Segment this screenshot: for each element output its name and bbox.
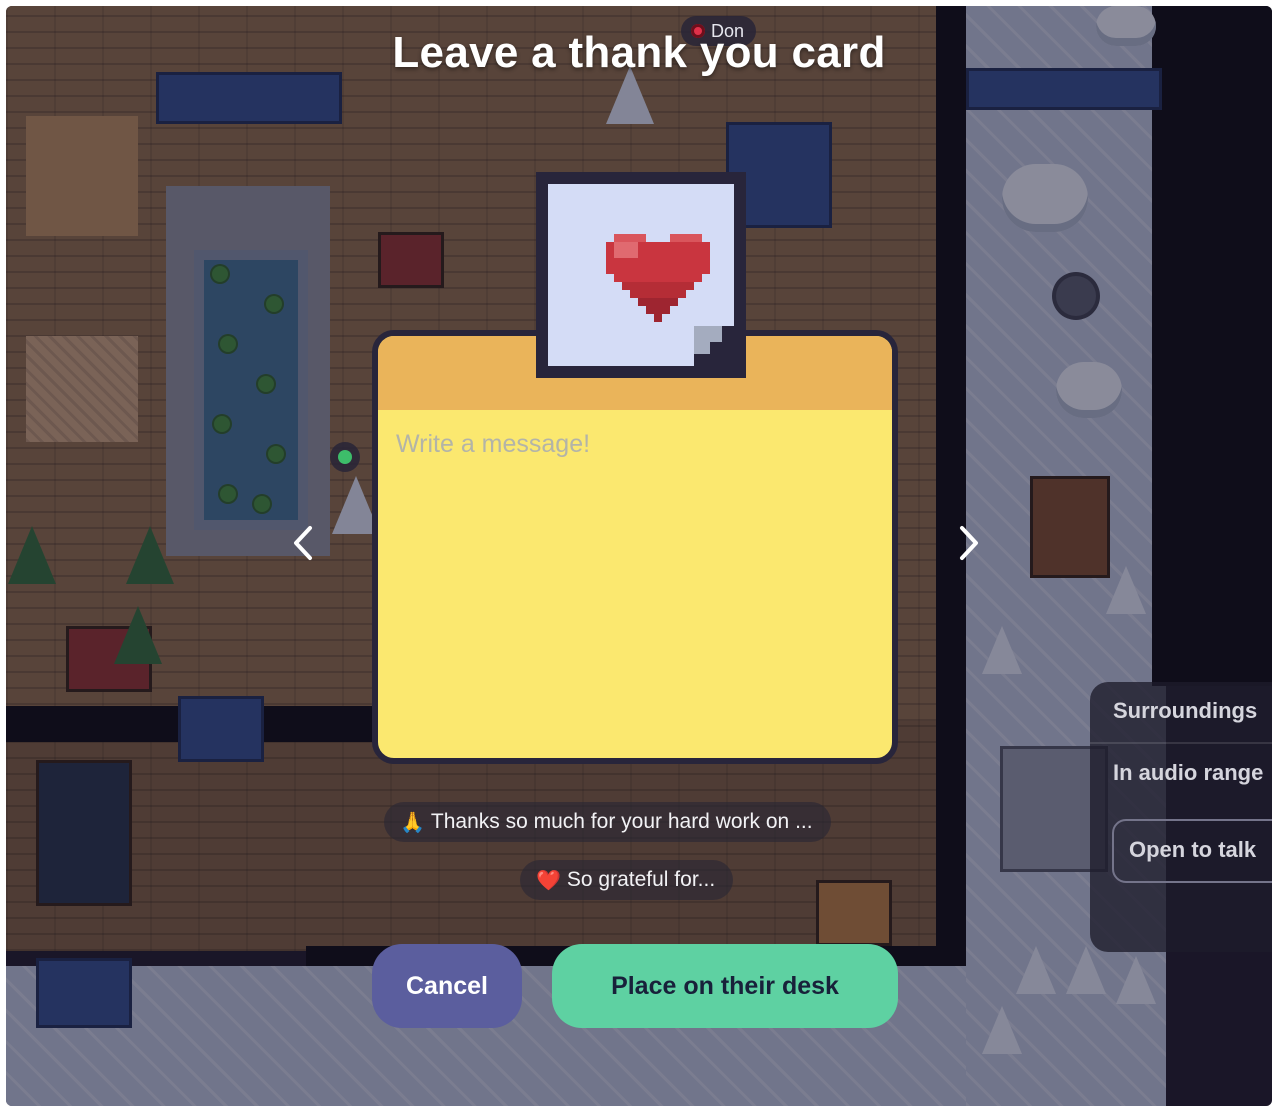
- next-card-chevron-icon[interactable]: [956, 524, 982, 572]
- side-panel-divider: [1090, 742, 1272, 744]
- audio-range-label[interactable]: In audio range: [1113, 760, 1263, 786]
- place-on-desk-button[interactable]: Place on their desk: [552, 944, 898, 1028]
- game-viewport: Don Leave a thank you card Write a messa…: [6, 6, 1272, 1106]
- cancel-button[interactable]: Cancel: [372, 944, 522, 1028]
- open-to-talk-button[interactable]: Open to talk: [1112, 819, 1272, 883]
- suggestion-text: So grateful for...: [566, 868, 716, 891]
- heart-note-icon: [536, 172, 746, 378]
- pray-icon: 🙏: [400, 811, 425, 834]
- suggestion-chip[interactable]: 🙏 Thanks so much for your hard work on .…: [384, 802, 831, 842]
- suggestion-chip[interactable]: ❤️ So grateful for...: [520, 860, 734, 900]
- suggestion-text: Thanks so much for your hard work on ...: [430, 810, 813, 833]
- player-status-dot-icon[interactable]: [330, 442, 360, 472]
- modal-title: Leave a thank you card: [392, 28, 886, 77]
- surroundings-label[interactable]: Surroundings: [1113, 698, 1257, 724]
- heart-icon: ❤️: [536, 869, 561, 892]
- previous-card-chevron-icon[interactable]: [290, 524, 316, 572]
- thank-you-card: [372, 330, 898, 764]
- message-input[interactable]: [394, 428, 878, 742]
